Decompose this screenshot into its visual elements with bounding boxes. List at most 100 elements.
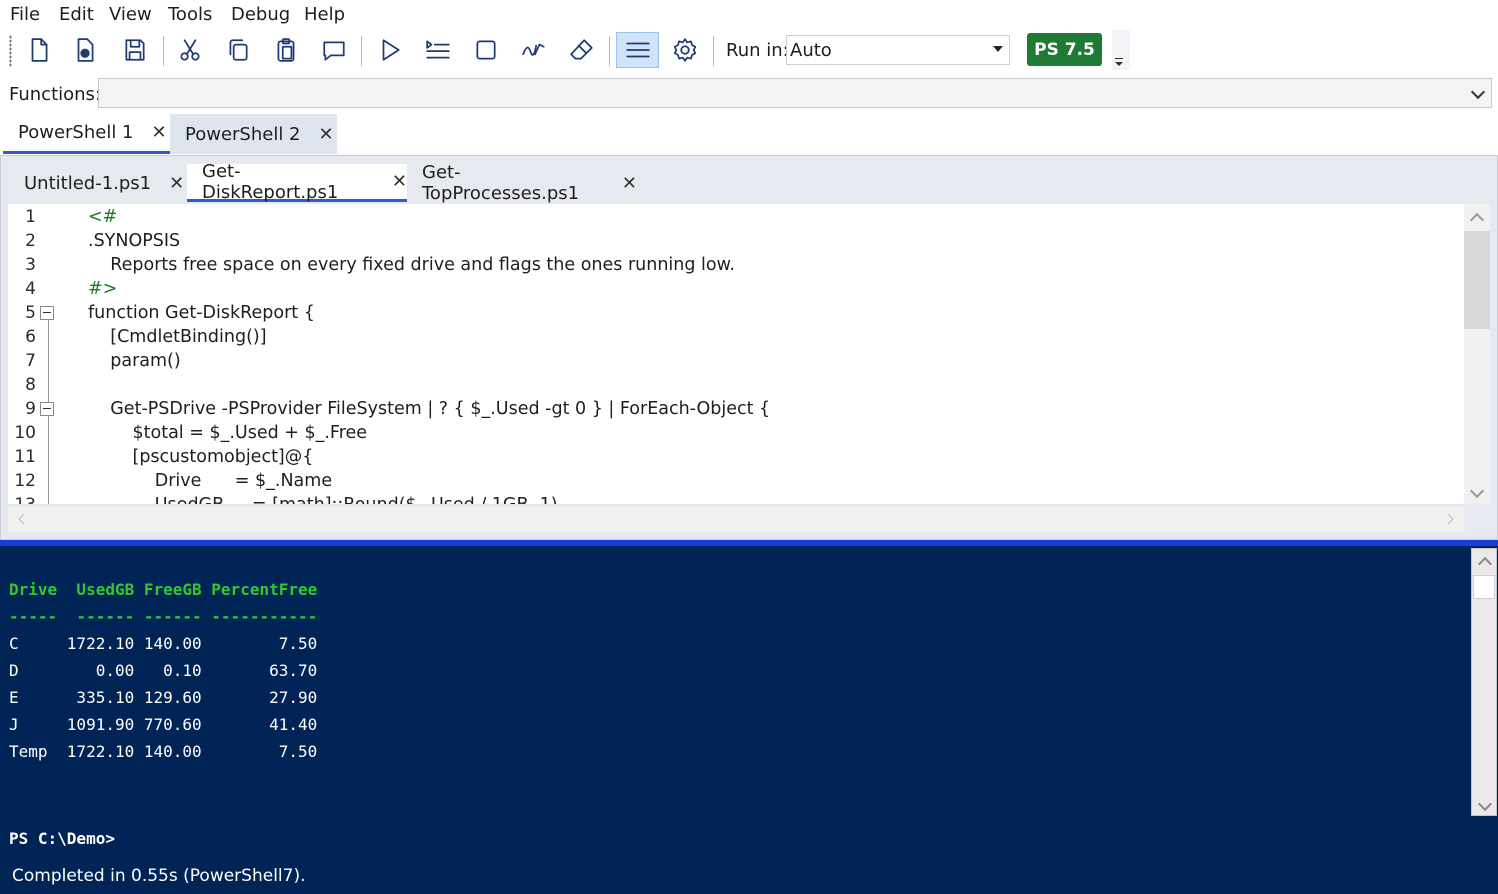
console-table-row: C 1722.10 140.00 7.50 (9, 634, 318, 653)
scroll-up-icon[interactable] (1469, 212, 1485, 228)
scroll-right-icon[interactable] (1442, 513, 1454, 525)
new-file-button[interactable] (20, 32, 58, 68)
menu-edit[interactable]: Edit (59, 4, 94, 25)
code-line: <# (88, 207, 118, 227)
code-line: UsedGB = [math]::Round($_.Used / 1GB, 1) (88, 495, 558, 504)
scroll-up-icon[interactable] (1477, 556, 1493, 572)
toolbar-overflow-button[interactable] (1112, 30, 1130, 70)
tab-get-diskreport[interactable]: Get-DiskReport.ps1 ✕ (187, 161, 407, 203)
close-icon[interactable]: ✕ (169, 173, 184, 194)
scroll-thumb[interactable] (1473, 575, 1495, 599)
comment-button[interactable] (315, 32, 353, 68)
stop-button[interactable] (467, 32, 505, 68)
copy-button[interactable] (219, 32, 257, 68)
code-line: [CmdletBinding()] (88, 327, 267, 347)
tab-powershell-2[interactable]: PowerShell 2 ✕ (170, 114, 337, 154)
save-button[interactable] (116, 32, 154, 68)
run-in-value: Auto (790, 40, 832, 61)
close-icon[interactable]: ✕ (152, 122, 167, 143)
scroll-down-icon[interactable] (1469, 483, 1485, 499)
toolbar-grip[interactable] (9, 35, 12, 67)
run-in-select[interactable]: Auto (786, 35, 1010, 65)
editor-horizontal-scrollbar[interactable] (8, 506, 1464, 532)
editor-vertical-scrollbar[interactable] (1464, 204, 1490, 504)
line-number: 4 (25, 279, 36, 299)
layout-button[interactable] (616, 32, 659, 68)
console-table-header: Drive UsedGB FreeGB PercentFree (9, 580, 318, 599)
line-number: 3 (25, 255, 36, 275)
menu-bar: File Edit View Tools Debug Help (0, 0, 1498, 30)
run-selection-button[interactable] (419, 32, 457, 68)
cut-button[interactable] (171, 32, 209, 68)
console-vertical-scrollbar[interactable] (1471, 548, 1497, 816)
console-table-row: E 335.10 129.60 27.90 (9, 688, 318, 707)
code-editor[interactable]: 1 2 3 4 5 6 7 8 9 10 11 12 13 <# .SYNOPS… (8, 204, 1464, 504)
collapse-icon[interactable] (40, 402, 54, 416)
line-number: 1 (25, 207, 36, 227)
code-line: $total = $_.Used + $_.Free (88, 423, 368, 443)
cut-icon (180, 39, 200, 61)
dropdown-arrow-icon (993, 46, 1003, 52)
tab-label: PowerShell 2 (185, 123, 301, 145)
tab-label: PowerShell 1 (18, 122, 134, 143)
line-number: 13 (8, 495, 36, 504)
toolbar-separator (609, 36, 610, 66)
paste-button[interactable] (267, 32, 305, 68)
run-icon (382, 39, 400, 61)
console-pane[interactable]: Drive UsedGB FreeGB PercentFree ----- --… (0, 546, 1498, 894)
status-text: Completed in 0.55s (PowerShell7). (12, 866, 306, 886)
menu-tools[interactable]: Tools (168, 4, 212, 25)
close-icon[interactable]: ✕ (392, 171, 407, 192)
menu-view[interactable]: View (109, 4, 152, 25)
clear-icon (570, 39, 593, 60)
menu-file[interactable]: File (10, 4, 40, 25)
functions-select[interactable] (98, 78, 1492, 108)
line-number: 8 (25, 375, 36, 395)
run-button[interactable] (371, 32, 409, 68)
menu-debug[interactable]: Debug (231, 4, 290, 25)
copy-icon (229, 39, 248, 61)
console-table-row: D 0.00 0.10 63.70 (9, 661, 318, 680)
line-number: 2 (25, 231, 36, 251)
line-number: 12 (14, 471, 36, 491)
ps-version-badge[interactable]: PS 7.5 (1027, 33, 1102, 66)
open-file-button[interactable] (66, 32, 104, 68)
line-number: 6 (25, 327, 36, 347)
close-icon[interactable]: ✕ (319, 124, 334, 145)
tab-get-topprocesses[interactable]: Get-TopProcesses.ps1 ✕ (407, 162, 637, 204)
scroll-left-icon[interactable] (18, 513, 30, 525)
clear-button[interactable] (563, 32, 601, 68)
console-table-row: Temp 1722.10 140.00 7.50 (9, 742, 318, 761)
settings-button[interactable] (666, 32, 704, 68)
collapse-icon[interactable] (40, 306, 54, 320)
new-file-icon (31, 38, 48, 62)
paste-icon (277, 38, 295, 62)
tab-powershell-1[interactable]: PowerShell 1 ✕ (3, 114, 170, 154)
stop-icon (476, 40, 496, 60)
run-selection-icon (426, 40, 450, 59)
line-number: 5 (25, 303, 36, 323)
code-line: Get-PSDrive -PSProvider FileSystem | ? {… (88, 399, 771, 419)
console-prompt[interactable]: PS C:\Demo> (9, 829, 115, 848)
line-number: 9 (25, 399, 36, 419)
save-icon (125, 39, 145, 61)
debug-button[interactable] (515, 32, 553, 68)
settings-icon (673, 38, 697, 62)
debug-icon (522, 43, 545, 56)
open-file-icon (77, 38, 94, 62)
fold-guide (48, 320, 49, 402)
code-line: .SYNOPSIS (88, 231, 181, 251)
overflow-icon (1115, 58, 1123, 66)
tab-untitled-1[interactable]: Untitled-1.ps1 ✕ (9, 164, 187, 202)
menu-help[interactable]: Help (304, 4, 345, 25)
line-number: 10 (14, 423, 36, 443)
comment-icon (323, 41, 345, 61)
scroll-thumb[interactable] (1464, 231, 1490, 329)
scroll-down-icon[interactable] (1477, 796, 1493, 812)
line-number: 7 (25, 351, 36, 371)
layout-icon (625, 42, 650, 58)
close-icon[interactable]: ✕ (622, 173, 637, 194)
code-line: Drive = $_.Name (88, 471, 333, 491)
console-table-underline: ----- ------ ------ ----------- (9, 607, 318, 626)
fold-guide (48, 416, 49, 504)
